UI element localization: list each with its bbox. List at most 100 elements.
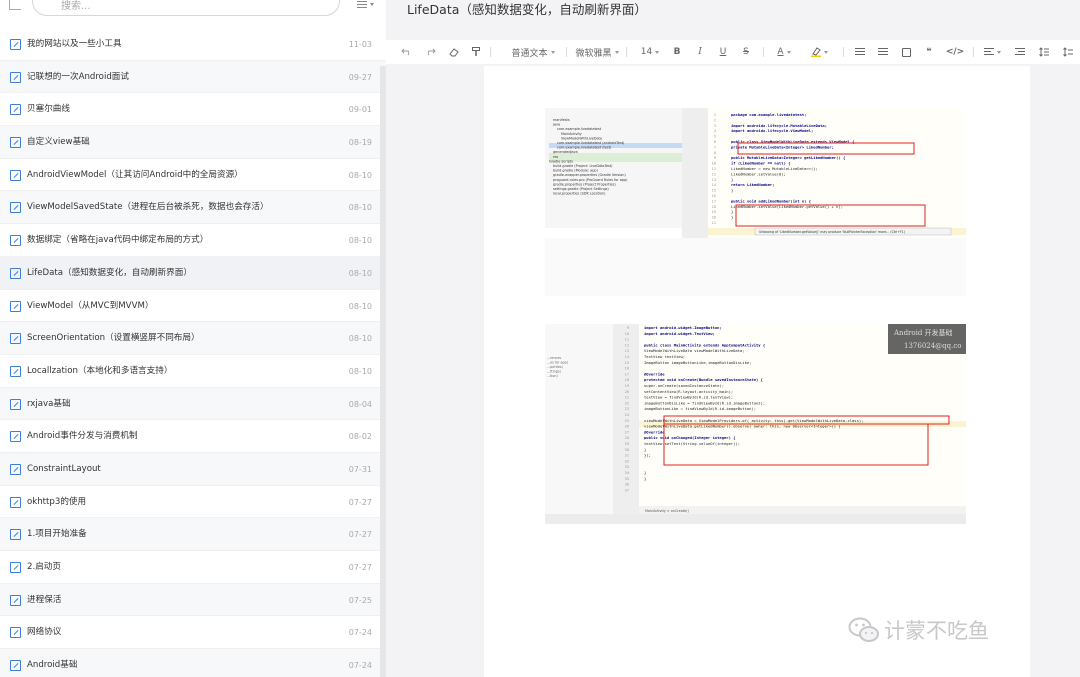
format-toolbar: 普通文本 微软雅黑 14 B I U S A ❝ </> [386, 40, 1080, 64]
note-list-item[interactable]: AndroidViewModel（让其访问Android中的全局资源） 08-10 [0, 159, 386, 192]
document-title[interactable]: LifeData（感知数据变化，自动刷新界面） [407, 2, 647, 18]
note-list-item[interactable]: ViewModel（从MVC到MVVM） 08-10 [0, 290, 386, 323]
numbered-list-icon[interactable] [875, 43, 891, 61]
note-list-item[interactable]: ScreenOrientation（设置横竖屏不同布局） 08-10 [0, 322, 386, 355]
line-number: 34 [625, 471, 629, 475]
note-title: 数据绑定（省略在java代码中绑定布局的方式） [27, 235, 209, 246]
note-list-item[interactable]: 网络协议 07-24 [0, 616, 386, 650]
note-list-item[interactable]: 进程保活 07-25 [0, 583, 386, 617]
note-icon [10, 137, 21, 149]
code-line: } [644, 476, 646, 481]
font-size-select[interactable]: 14 [638, 43, 662, 61]
code-line: @Override [644, 371, 665, 376]
note-list-item[interactable]: 记联想的一次Android面试 09-27 [0, 60, 386, 94]
note-list-item[interactable]: 2.启动页 07-27 [0, 551, 386, 584]
line-number: 2 [714, 118, 716, 122]
checkbox-list-icon[interactable] [898, 43, 914, 61]
line-height-icon[interactable] [1036, 43, 1052, 61]
code-line: } [731, 215, 733, 220]
note-date: 07-27 [348, 563, 372, 572]
note-title: Locallzation（本地化和多语言支持） [27, 365, 173, 376]
line-number: 8 [714, 151, 716, 155]
note-icon [10, 202, 21, 214]
line-number: 12 [625, 343, 629, 347]
code-line: imageButtonDisLike = findViewById(R.id.i… [644, 400, 765, 405]
line-number: 10 [712, 162, 716, 166]
note-list-item[interactable]: ConstraintLayout 07-31 [0, 452, 386, 486]
note-title: ScreenOrientation（设置横竖屏不同布局） [27, 333, 200, 344]
line-number: 29 [625, 442, 629, 446]
line-number: 13 [625, 349, 629, 353]
note-date: 07-31 [348, 464, 372, 474]
note-list-item[interactable]: 数据绑定（省略在java代码中绑定布局的方式） 08-10 [0, 224, 386, 257]
note-list-item[interactable]: okhttp3的使用 07-27 [0, 486, 386, 519]
indent-icon[interactable] [1012, 43, 1028, 61]
note-date: 09-27 [348, 72, 372, 82]
font-family-select[interactable]: 微软雅黑 [574, 43, 620, 61]
line-number: 15 [625, 361, 629, 365]
back-icon[interactable] [9, 0, 21, 10]
sort-menu-icon[interactable] [357, 0, 374, 10]
note-list-item[interactable]: 贝塞尔曲线 09-01 [0, 93, 386, 127]
project-tree-item: Gradle Scripts [549, 159, 573, 163]
note-icon [10, 660, 21, 672]
italic-button[interactable]: I [693, 43, 707, 61]
quote-button[interactable]: ❝ [921, 43, 937, 61]
highlight-button[interactable] [806, 43, 832, 61]
project-tree-item: res [553, 155, 558, 159]
strikethrough-button[interactable]: S [739, 43, 753, 61]
note-icon [10, 267, 21, 279]
note-list-item[interactable]: 自定义view基础 08-19 [0, 126, 386, 159]
align-select[interactable] [981, 43, 1003, 61]
code-line: if (LikedNumber == null) { [731, 161, 790, 166]
font-color-button[interactable]: A [771, 43, 797, 61]
note-title: ConstraintLayout [27, 463, 101, 474]
undo-icon[interactable] [398, 43, 414, 61]
code-line: public MutableLiveData<Integer> getLiked… [731, 155, 845, 160]
note-list-item[interactable]: rxjava基础 08-04 [0, 387, 386, 421]
paragraph-style-select[interactable]: 普通文本 [506, 43, 560, 61]
note-date: 08-04 [348, 399, 372, 409]
line-number: 26 [625, 425, 629, 429]
document-page[interactable]: manifests java com.example.livedatatest Mai… [484, 66, 1030, 677]
bold-button[interactable]: B [670, 43, 684, 61]
line-number: 10 [625, 332, 629, 336]
note-list-item[interactable]: Android基础 07-24 [0, 649, 386, 677]
redo-icon[interactable] [422, 43, 438, 61]
note-icon [10, 627, 21, 639]
note-list-item[interactable]: Android事件分发与消费机制 08-02 [0, 420, 386, 453]
line-number: 15 [712, 189, 716, 193]
ide-screenshot-mainactivity: ...rences ...es for app) ...perties) ...tti… [545, 324, 966, 524]
code-line: ViewModelWithLiveData viewModelWithLiveD… [644, 348, 745, 353]
project-tree-item: proguard-rules.pro (ProGuard Rules for a… [553, 178, 628, 182]
note-date: 08-10 [348, 268, 372, 278]
note-date: 08-10 [348, 366, 372, 376]
paragraph-spacing-icon[interactable] [1060, 43, 1076, 61]
note-title: 1.项目开始准备 [27, 529, 87, 540]
note-icon [10, 496, 21, 508]
search-input[interactable]: 搜索... [32, 0, 340, 16]
line-number: 35 [625, 477, 629, 481]
note-date: 08-10 [348, 203, 372, 213]
note-list-item[interactable]: 1.项目开始准备 07-27 [0, 518, 386, 551]
note-title: AndroidViewModel（让其访问Android中的全局资源） [27, 169, 243, 180]
underline-button[interactable]: U [716, 43, 730, 61]
note-icon [10, 463, 21, 475]
format-painter-icon[interactable] [468, 43, 484, 61]
bullet-list-icon[interactable] [852, 43, 868, 61]
note-list-item[interactable]: LifeData（感知数据变化，自动刷新界面） 08-10 [0, 256, 386, 290]
note-list-item[interactable]: ViewModelSavedState（进程在后台被杀死，数据也会存活） 08-1… [0, 191, 386, 225]
code-button[interactable]: </> [944, 43, 966, 61]
note-list-item[interactable]: Locallzation（本地化和多语言支持） 08-10 [0, 355, 386, 388]
line-number: 37 [625, 488, 629, 492]
line-number: 25 [625, 419, 629, 423]
eraser-icon[interactable] [446, 43, 462, 61]
project-tree-item: settings.gradle (Project Settings) [553, 187, 609, 191]
note-date: 08-10 [348, 170, 372, 180]
note-list-item[interactable]: 我的网站以及一些小工具 11-03 [0, 28, 386, 61]
code-line: LikedNumber = new MutableLiveData<>(); [731, 166, 818, 171]
note-date: 09-01 [348, 105, 372, 115]
code-line: public void onChanged(Integer integer) { [644, 435, 735, 440]
note-icon [10, 300, 21, 312]
note-date: 08-10 [348, 236, 372, 246]
